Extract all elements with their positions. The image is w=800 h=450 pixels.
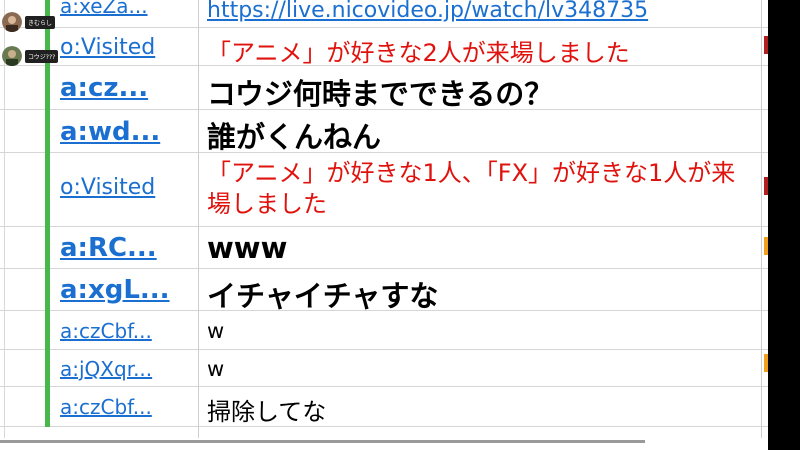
owner-bar bbox=[45, 387, 50, 427]
comment-text: w bbox=[207, 319, 225, 343]
comment-text: 「アニメ」が好きな1人、「FX」が好きな1人が来場しました bbox=[207, 159, 736, 218]
owner-bar bbox=[45, 227, 50, 269]
owner-bar bbox=[45, 269, 50, 311]
avatar bbox=[2, 12, 22, 32]
owner-bar bbox=[45, 311, 50, 350]
marker-icon bbox=[764, 237, 768, 255]
comment-text: 誰がくんねん bbox=[207, 120, 382, 154]
comment-user[interactable]: o:Visited bbox=[57, 175, 197, 200]
comment-text: www bbox=[207, 231, 288, 265]
column-divider bbox=[761, 0, 762, 438]
comment-user[interactable]: a:wd... bbox=[57, 117, 197, 147]
comment-user[interactable]: o:Visited bbox=[57, 35, 197, 60]
comment-user[interactable]: a:czCbf... bbox=[57, 395, 197, 419]
viewer-name: コウジ??? bbox=[25, 49, 59, 63]
comment-row[interactable]: a:xgL... イチャイチャすな bbox=[0, 269, 768, 313]
comment-user[interactable]: a:czCbf... bbox=[57, 319, 197, 343]
comment-user[interactable]: a:RC... bbox=[57, 233, 197, 263]
comment-row[interactable]: o:Visited 「アニメ」が好きな2人が来場しました bbox=[0, 28, 768, 67]
marker-icon bbox=[764, 354, 768, 372]
viewer-entry[interactable]: コウジ??? bbox=[2, 46, 59, 66]
avatar-icon bbox=[2, 46, 22, 66]
comment-row[interactable]: a:wd... 誰がくんねん bbox=[0, 110, 768, 154]
comment-row[interactable]: a:jQXqr... w bbox=[0, 350, 768, 387]
comment-text: コウジ何時までできるの？ bbox=[207, 77, 554, 111]
marker-icon bbox=[764, 36, 768, 54]
owner-bar bbox=[45, 350, 50, 387]
comment-text: イチャイチャすな bbox=[207, 279, 439, 313]
marker-icon bbox=[764, 177, 768, 195]
scrollbar-thumb[interactable] bbox=[0, 440, 645, 443]
comment-user[interactable]: a:jQXqr... bbox=[57, 357, 197, 381]
comment-row[interactable]: a:czCbf... w bbox=[0, 311, 768, 350]
owner-bar bbox=[45, 153, 50, 227]
owner-bar bbox=[45, 66, 50, 110]
comment-text: 掃除してな bbox=[207, 398, 327, 426]
comment-row[interactable]: a:cz... コウジ何時までできるの？ bbox=[0, 66, 768, 111]
comment-row[interactable]: o:Visited 「アニメ」が好きな1人、「FX」が好きな1人が来場しました bbox=[0, 153, 768, 227]
comment-user[interactable]: a:xgL... bbox=[57, 275, 197, 305]
comment-text: w bbox=[207, 357, 225, 381]
comment-link[interactable]: https://live.nicovideo.jp/watch/lv348735 bbox=[207, 0, 759, 23]
owner-bar bbox=[45, 110, 50, 153]
viewer-entry[interactable]: きむらし bbox=[2, 12, 56, 32]
comment-user[interactable]: a:xeZa... bbox=[57, 0, 197, 18]
comment-user[interactable]: a:cz... bbox=[57, 73, 197, 103]
viewer-name: きむらし bbox=[25, 15, 56, 29]
comment-row[interactable]: a:RC... www bbox=[0, 227, 768, 269]
column-divider bbox=[198, 0, 199, 438]
comment-text: 「アニメ」が好きな2人が来場しました bbox=[207, 39, 630, 67]
comment-panel: a:xeZa... https://live.nicovideo.jp/watc… bbox=[0, 0, 768, 438]
comment-row[interactable]: a:xeZa... https://live.nicovideo.jp/watc… bbox=[0, 0, 768, 28]
avatar-icon bbox=[2, 12, 22, 32]
avatar bbox=[2, 46, 22, 66]
comment-row[interactable]: a:czCbf... 掃除してな bbox=[0, 387, 768, 427]
